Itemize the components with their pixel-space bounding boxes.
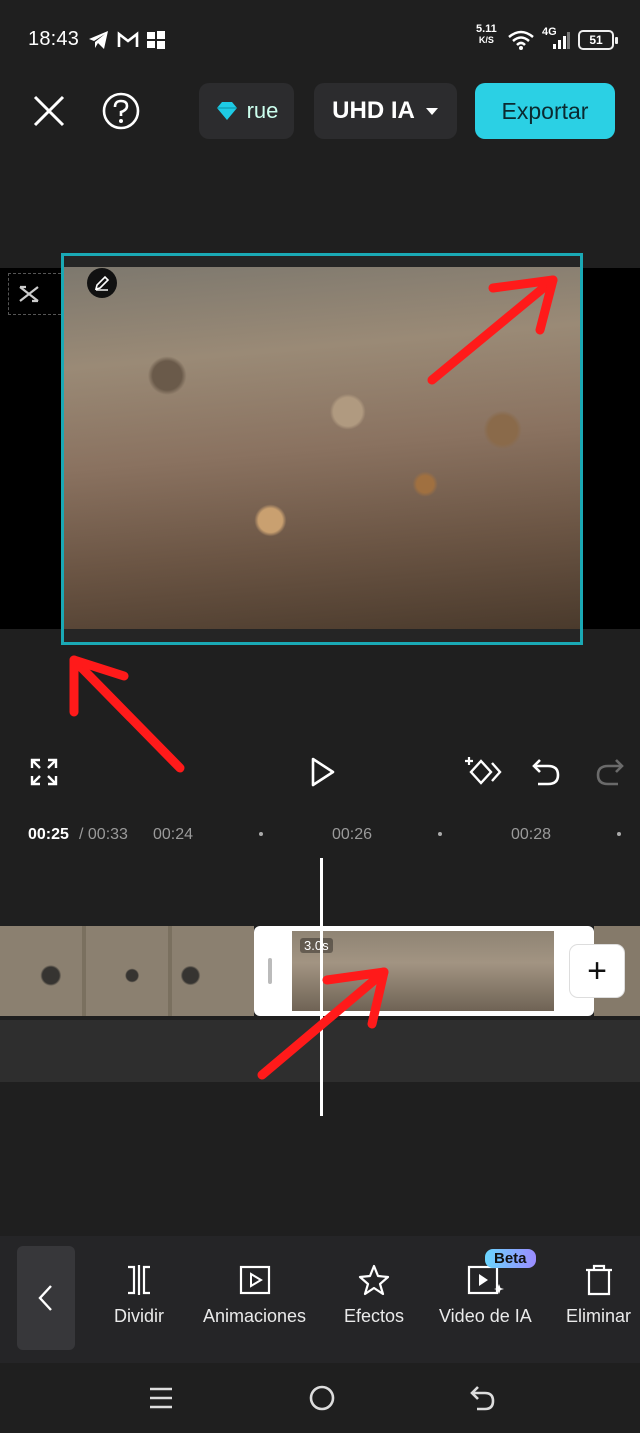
video-clip[interactable]	[0, 926, 254, 1016]
ruler-dot	[438, 832, 442, 836]
diamond-icon	[216, 102, 237, 120]
back-arrow-icon	[470, 1386, 495, 1411]
fullscreen-button[interactable]	[24, 752, 64, 792]
effects-icon	[358, 1264, 390, 1296]
annotation-arrow-head	[69, 655, 129, 717]
ruler-dot	[259, 832, 263, 836]
clip-duration: 3.0s	[300, 938, 333, 953]
tool-label: Dividir	[114, 1306, 165, 1326]
current-time: 00:25	[28, 826, 69, 843]
back-button[interactable]	[17, 1246, 75, 1350]
network-speed-unit: K/S	[478, 35, 494, 45]
keyframe-icon	[465, 757, 502, 785]
quality-label: UHD IA	[332, 97, 415, 124]
total-time: / 00:33	[79, 826, 128, 843]
network-speed-value: 5.11	[476, 23, 497, 35]
close-button[interactable]	[30, 92, 68, 130]
playhead[interactable]	[320, 858, 323, 1116]
menu-icon	[150, 1387, 172, 1409]
battery-indicator: 51	[578, 30, 618, 50]
tool-animations[interactable]: Animaciones	[203, 1262, 306, 1327]
tool-effects[interactable]: Efectos	[344, 1262, 404, 1327]
keyframe-button[interactable]	[462, 752, 502, 792]
export-button[interactable]: Exportar	[475, 83, 615, 139]
pro-chip-label: rue	[246, 98, 279, 123]
add-clip-button[interactable]: +	[570, 945, 624, 997]
ai-video-icon	[468, 1265, 505, 1295]
help-icon	[102, 92, 140, 130]
ruler-dot	[617, 832, 621, 836]
tool-ai-video[interactable]: Video de IA	[439, 1262, 532, 1327]
video-frame-image[interactable]	[64, 267, 580, 629]
help-button[interactable]	[102, 92, 140, 130]
annotation-arrow	[69, 655, 185, 773]
tool-delete[interactable]: Eliminar	[566, 1262, 631, 1327]
redo-button[interactable]	[590, 752, 630, 792]
tool-label: Eliminar	[566, 1306, 632, 1326]
beta-badge: Beta	[485, 1249, 536, 1268]
annotation-arrows	[69, 275, 558, 1080]
pencil-icon	[94, 275, 110, 291]
quality-dropdown[interactable]: UHD IA	[314, 83, 457, 139]
wifi-icon	[508, 30, 534, 55]
fullscreen-icon	[30, 758, 58, 786]
chevron-down-icon	[425, 108, 438, 115]
ruler-tick: 00:26	[332, 826, 373, 843]
system-back-button[interactable]	[463, 1380, 503, 1416]
network-speed: 5.11 K/S	[476, 24, 497, 46]
home-circle-icon	[309, 1385, 335, 1411]
play-button[interactable]	[302, 752, 342, 792]
capcut-icon	[19, 285, 39, 303]
edit-pencil-button[interactable]	[87, 268, 117, 298]
undo-button[interactable]	[526, 752, 566, 792]
home-button[interactable]	[302, 1380, 342, 1416]
animation-icon	[239, 1265, 270, 1295]
ruler-tick: 00:24	[153, 826, 194, 843]
windows-icon	[146, 30, 168, 50]
signal-icon	[552, 30, 570, 55]
tool-label: Video de IA	[439, 1306, 532, 1326]
clip-trim-handle[interactable]	[268, 958, 272, 984]
undo-icon	[532, 759, 560, 786]
tool-split[interactable]: Dividir	[114, 1262, 164, 1327]
redo-icon	[596, 759, 624, 786]
ruler-tick: 00:28	[511, 826, 552, 843]
gmail-icon	[117, 30, 139, 50]
tool-label: Efectos	[344, 1306, 405, 1326]
tool-label: Animaciones	[203, 1306, 307, 1326]
status-time: 18:43	[28, 28, 80, 50]
play-icon	[311, 757, 335, 787]
telegram-icon	[88, 30, 110, 50]
recents-button[interactable]	[141, 1380, 181, 1416]
delete-icon	[585, 1264, 612, 1296]
close-icon	[33, 95, 65, 127]
pro-chip[interactable]: rue	[199, 83, 294, 139]
split-icon	[128, 1265, 150, 1295]
bottom-toolbar	[0, 1236, 640, 1363]
chevron-left-icon	[38, 1285, 52, 1311]
